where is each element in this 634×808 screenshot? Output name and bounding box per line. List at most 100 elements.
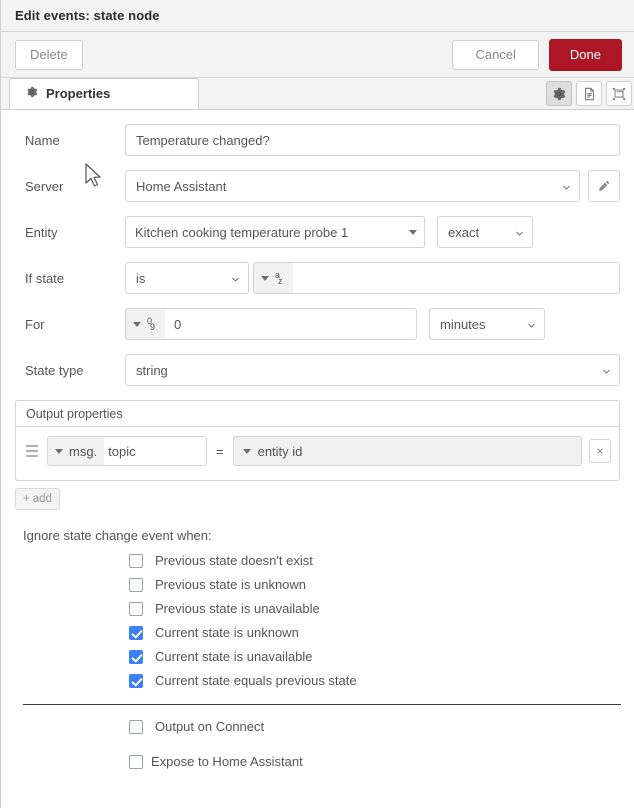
state-type-label: State type	[25, 362, 84, 378]
for-value[interactable]: 0	[165, 309, 416, 339]
checkbox-expose-to-home-assistant[interactable]	[129, 754, 143, 769]
row-state-type: State type string	[15, 354, 620, 386]
tab-properties[interactable]: Properties	[9, 78, 199, 109]
output-properties-header: Output properties	[16, 401, 619, 427]
for-units-select[interactable]: minutes	[429, 308, 545, 340]
caret-down-icon	[242, 448, 251, 454]
row-for: For 0 9 0 minutes	[15, 308, 620, 340]
dialog-titlebar: Edit events: state node	[1, 0, 634, 32]
equals-sign: =	[216, 443, 224, 459]
tab-properties-label: Properties	[46, 86, 111, 101]
gear-settings-icon-button[interactable]	[546, 81, 572, 106]
output-property-value: entity id	[257, 443, 303, 459]
checkbox-current-state-unavailable[interactable]	[129, 649, 143, 664]
pencil-icon	[599, 180, 610, 191]
delete-button[interactable]: Delete	[15, 39, 83, 70]
output-properties-panel: Output properties msg. topic = entity id…	[15, 400, 620, 481]
entity-match-value: exact	[448, 224, 480, 240]
edit-state-node-dialog: Edit events: state node Delete Cancel Do…	[0, 0, 634, 808]
output-property-row: msg. topic = entity id ×	[24, 436, 611, 466]
chevron-down-icon	[516, 231, 523, 236]
cancel-button[interactable]: Cancel	[452, 39, 539, 70]
output-property-value-field[interactable]: entity id	[232, 436, 582, 466]
chevron-down-icon	[528, 323, 535, 328]
checkbox-previous-state-unknown[interactable]	[129, 577, 143, 592]
checkbox-label[interactable]: Expose to Home Assistant	[151, 754, 303, 769]
output-properties-body: msg. topic = entity id ×	[16, 427, 619, 480]
checkbox-label[interactable]: Current state is unknown	[155, 625, 299, 640]
checkbox-row-previous-state-unknown: Previous state is unknown	[129, 577, 634, 592]
drag-handle-icon[interactable]	[24, 445, 40, 457]
checkbox-label[interactable]: Current state equals previous state	[155, 673, 357, 688]
msg-prefix-label: msg.	[69, 443, 98, 459]
checkbox-label[interactable]: Current state is unavailable	[155, 649, 313, 664]
entity-label: Entity	[25, 224, 58, 240]
tab-icon-group	[546, 81, 632, 106]
checkbox-row-current-state-unavailable: Current state is unavailable	[129, 649, 634, 664]
plus-icon: +	[23, 493, 30, 505]
checkbox-row-expose-to-home-assistant: Expose to Home Assistant	[129, 754, 634, 769]
dialog-action-bar: Delete Cancel Done	[1, 32, 634, 78]
checkbox-row-current-state-unknown: Current state is unknown	[129, 625, 634, 640]
add-property-label: add	[32, 493, 52, 505]
checkbox-row-output-on-connect: Output on Connect	[129, 719, 634, 734]
done-button[interactable]: Done	[548, 38, 622, 71]
entity-typed-input[interactable]: Kitchen cooking temperature probe 1	[125, 216, 425, 248]
description-icon-button[interactable]	[576, 81, 602, 106]
caret-down-icon	[409, 229, 417, 235]
name-input[interactable]	[125, 124, 620, 156]
row-server: Server Home Assistant	[15, 170, 620, 202]
if-state-typed-input[interactable]: a z	[253, 262, 620, 294]
row-name: Name	[15, 124, 620, 156]
row-entity: Entity Kitchen cooking temperature probe…	[15, 216, 620, 248]
tab-strip: Properties	[1, 78, 634, 110]
number-type-icon: 0 9	[147, 315, 156, 332]
for-units-value: minutes	[440, 316, 486, 332]
if-state-value[interactable]	[293, 263, 619, 293]
state-type-select[interactable]: string	[125, 354, 620, 386]
caret-down-icon	[55, 448, 63, 454]
output-property-key-field[interactable]: msg. topic	[47, 436, 207, 466]
checkbox-previous-state-unavailable[interactable]	[129, 601, 143, 616]
add-property-button[interactable]: + add	[15, 488, 60, 510]
msg-prefix-toggle[interactable]: msg.	[48, 437, 105, 465]
checkbox-label[interactable]: Previous state is unavailable	[155, 601, 320, 616]
remove-property-button[interactable]: ×	[589, 439, 611, 463]
section-divider	[23, 704, 621, 705]
chevron-down-icon	[232, 277, 239, 282]
checkbox-current-state-unknown[interactable]	[129, 625, 143, 640]
name-label: Name	[25, 132, 60, 148]
checkbox-row-current-equals-previous: Current state equals previous state	[129, 673, 634, 688]
checkbox-label[interactable]: Output on Connect	[155, 719, 264, 734]
caret-down-icon	[133, 321, 141, 327]
server-value: Home Assistant	[136, 178, 227, 194]
chevron-down-icon	[563, 185, 570, 190]
chevron-down-icon	[603, 369, 610, 374]
entity-dropdown-toggle[interactable]	[402, 217, 424, 247]
server-edit-button[interactable]	[588, 170, 620, 202]
if-state-type-toggle[interactable]: a z	[254, 263, 293, 293]
server-select[interactable]: Home Assistant	[125, 170, 580, 202]
caret-down-icon	[261, 275, 269, 281]
string-type-icon: a z	[275, 269, 283, 286]
checkbox-label[interactable]: Previous state doesn't exist	[155, 553, 313, 568]
for-type-toggle[interactable]: 0 9	[126, 309, 165, 339]
checkbox-label[interactable]: Previous state is unknown	[155, 577, 306, 592]
row-if-state: If state is a z	[15, 262, 620, 294]
checkbox-row-previous-state-unavailable: Previous state is unavailable	[129, 601, 634, 616]
output-properties-title: Output properties	[26, 406, 123, 421]
if-state-comparator-select[interactable]: is	[125, 262, 249, 294]
properties-form: Name Server Home Assistant Entity Kitche…	[1, 110, 634, 386]
checkbox-previous-state-missing[interactable]	[129, 553, 143, 568]
server-label: Server	[25, 178, 64, 194]
ignore-section-title: Ignore state change event when:	[23, 528, 212, 543]
appearance-icon-button[interactable]	[606, 81, 632, 106]
checkbox-current-equals-previous[interactable]	[129, 673, 143, 688]
entity-match-select[interactable]: exact	[437, 216, 533, 248]
if-state-comparator-value: is	[136, 270, 146, 286]
dialog-title: Edit events: state node	[15, 8, 160, 23]
output-property-name[interactable]: topic	[104, 437, 206, 465]
for-typed-input[interactable]: 0 9 0	[125, 308, 417, 340]
state-type-value: string	[136, 362, 168, 378]
checkbox-output-on-connect[interactable]	[129, 719, 143, 734]
